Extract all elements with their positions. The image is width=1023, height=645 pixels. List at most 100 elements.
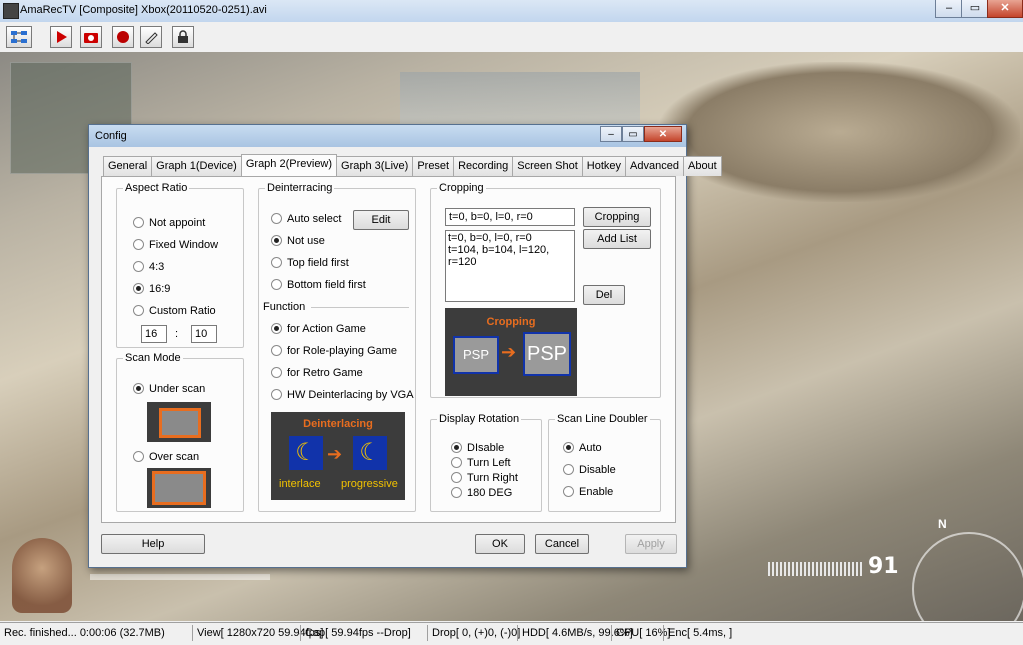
lock-icon[interactable] [172,26,194,48]
radio-label: Over scan [149,451,200,463]
list-item[interactable]: t=0, b=0, l=0, r=0 [448,232,572,244]
radio-label: Turn Right [467,472,518,484]
radio-label: for Action Game [287,323,366,335]
aspect-not-appoint-radio[interactable]: Not appoint [133,216,205,230]
scan-line-doubler-legend: Scan Line Doubler [557,413,648,425]
add-list-button[interactable]: Add List [583,229,651,249]
tab-graph2[interactable]: Graph 2(Preview) [240,154,338,176]
radio-label: for Role-playing Game [287,345,398,357]
radio-indicator [563,464,574,475]
tab-hotkey[interactable]: Hotkey [581,156,627,176]
radio-indicator [133,383,144,394]
status-drop: Drop[ 0, (+)0, (-)0] [427,625,524,641]
radio-indicator [271,323,282,334]
record-icon[interactable] [112,26,134,48]
rotation-disable-radio[interactable]: DIsable [451,441,504,455]
ok-button[interactable]: OK [475,534,525,554]
edit-button[interactable]: Edit [353,210,409,230]
aspect-4-3-radio[interactable]: 4:3 [133,260,164,274]
custom-ratio-width-input[interactable]: 16 [141,325,167,343]
function-hw-vga-radio[interactable]: HW Deinterlacing by VGA [271,388,414,402]
display-rotation-legend: Display Rotation [439,413,520,425]
status-recording: Rec. finished... 0:00:06 (32.7MB) [4,627,165,639]
radio-indicator [133,451,144,462]
radio-indicator [451,442,462,453]
radio-indicator [133,261,144,272]
dialog-maximize-button[interactable]: ▭ [622,126,644,142]
cancel-button[interactable]: Cancel [535,534,589,554]
aspect-custom-ratio-radio[interactable]: Custom Ratio [133,304,216,318]
help-button[interactable]: Help [101,534,205,554]
custom-ratio-height-input[interactable]: 10 [191,325,217,343]
deint-top-field-radio[interactable]: Top field first [271,256,349,270]
radio-label: Under scan [149,383,206,395]
radio-indicator [271,389,282,400]
radio-label: Not use [287,235,325,247]
cropping-group: Cropping t=0, b=0, l=0, r=0 Cropping Too… [430,182,661,398]
under-scan-illustration [147,402,211,442]
progressive-label: progressive [341,478,398,490]
function-action-game-radio[interactable]: for Action Game [271,322,366,336]
radio-indicator [451,487,462,498]
radio-label: Not appoint [149,217,206,229]
aspect-ratio-legend: Aspect Ratio [125,182,188,194]
dialog-close-button[interactable]: ✕ [644,126,682,142]
rotation-turn-left-radio[interactable]: Turn Left [451,456,511,470]
radio-label: Custom Ratio [149,305,216,317]
doubler-enable-radio[interactable]: Enable [563,485,613,499]
radio-label: Auto select [287,213,342,225]
tab-preset[interactable]: Preset [412,156,455,176]
dialog-titlebar[interactable]: Config – ▭ ✕ [89,125,686,147]
doubler-disable-radio[interactable]: Disable [563,463,616,477]
tab-graph1[interactable]: Graph 1(Device) [151,156,242,176]
dialog-minimize-button[interactable]: – [600,126,622,142]
function-divider [311,307,409,308]
arrow-right-icon: ➔ [327,444,343,464]
radio-label: Disable [579,464,616,476]
apply-button[interactable]: Apply [625,534,677,554]
cropping-list[interactable]: t=0, b=0, l=0, r=0 t=104, b=104, l=120, … [445,230,575,302]
tab-graph3[interactable]: Graph 3(Live) [336,156,414,176]
aspect-16-9-radio[interactable]: 16:9 [133,282,170,296]
maximize-button[interactable]: ▭ [961,0,989,18]
function-retro-game-radio[interactable]: for Retro Game [271,366,363,380]
function-rpg-radio[interactable]: for Role-playing Game [271,344,397,358]
rotation-turn-right-radio[interactable]: Turn Right [451,471,518,485]
over-scan-illustration [147,468,211,508]
psp-after-box: PSP [523,332,571,376]
list-item[interactable]: t=104, b=104, l=120, r=120 [448,244,572,268]
tab-panel: Aspect Ratio Not appoint Fixed Window 4:… [101,176,676,523]
cropping-tool-button[interactable]: Cropping Tool [583,207,651,241]
tab-about[interactable]: About [682,156,722,176]
radio-indicator [133,305,144,316]
del-button[interactable]: Del [583,285,625,305]
under-scan-radio[interactable]: Under scan [133,382,205,396]
scan-line-doubler-group: Scan Line Doubler Auto Disable Enable [548,413,661,512]
over-scan-frame [152,471,206,505]
hud-ammo-bar [768,562,863,576]
over-scan-radio[interactable]: Over scan [133,450,199,464]
cropping-legend: Cropping [439,182,484,194]
cropping-illustration: Cropping PSP ➔ PSP [445,308,577,396]
tool-icon[interactable] [140,26,162,48]
rotation-180-radio[interactable]: 180 DEG [451,486,512,500]
app-title: AmaRecTV [Composite] Xbox(20110520-0251)… [20,4,267,16]
tab-general[interactable]: General [103,156,153,176]
close-button[interactable]: ✕ [987,0,1023,18]
tab-recording[interactable]: Recording [453,156,514,176]
cropping-input[interactable]: t=0, b=0, l=0, r=0 [445,208,575,226]
deint-bottom-field-radio[interactable]: Bottom field first [271,278,366,292]
radio-label: Turn Left [467,457,511,469]
rock-formation [660,62,1020,202]
camera-icon[interactable] [80,26,102,48]
play-icon[interactable] [50,26,72,48]
deint-auto-select-radio[interactable]: Auto select [271,212,341,226]
minimize-button[interactable]: – [935,0,963,18]
tab-advanced[interactable]: Advanced [625,156,684,176]
aspect-fixed-window-radio[interactable]: Fixed Window [133,238,218,252]
graph-icon[interactable] [6,26,32,48]
deint-not-use-radio[interactable]: Not use [271,234,325,248]
status-encode: Enc[ 5.4ms, ] [663,625,736,641]
doubler-auto-radio[interactable]: Auto [563,441,602,455]
tab-screenshot[interactable]: Screen Shot [512,156,583,176]
